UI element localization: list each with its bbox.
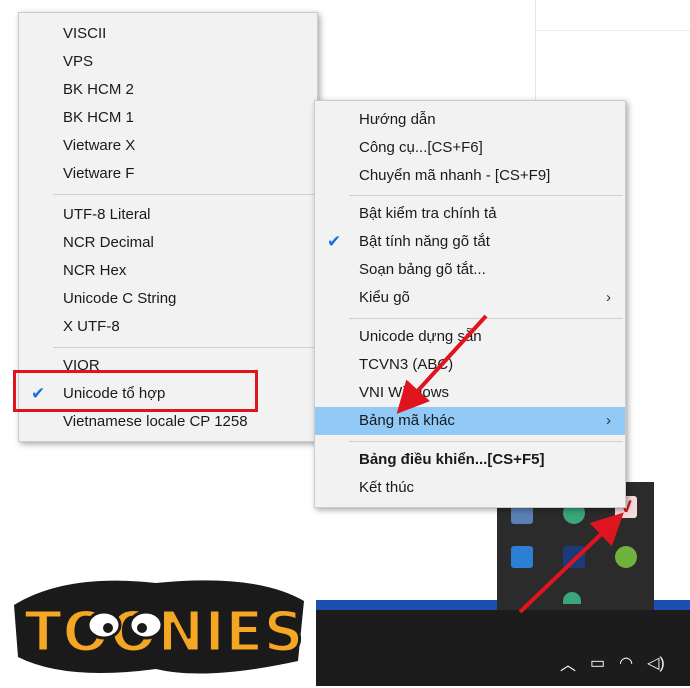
logo-text: TOONIES	[24, 600, 304, 665]
annotation-arrow	[518, 512, 624, 614]
annotation-arrow	[396, 314, 488, 414]
toonies-logo: TOONIES	[6, 565, 311, 683]
